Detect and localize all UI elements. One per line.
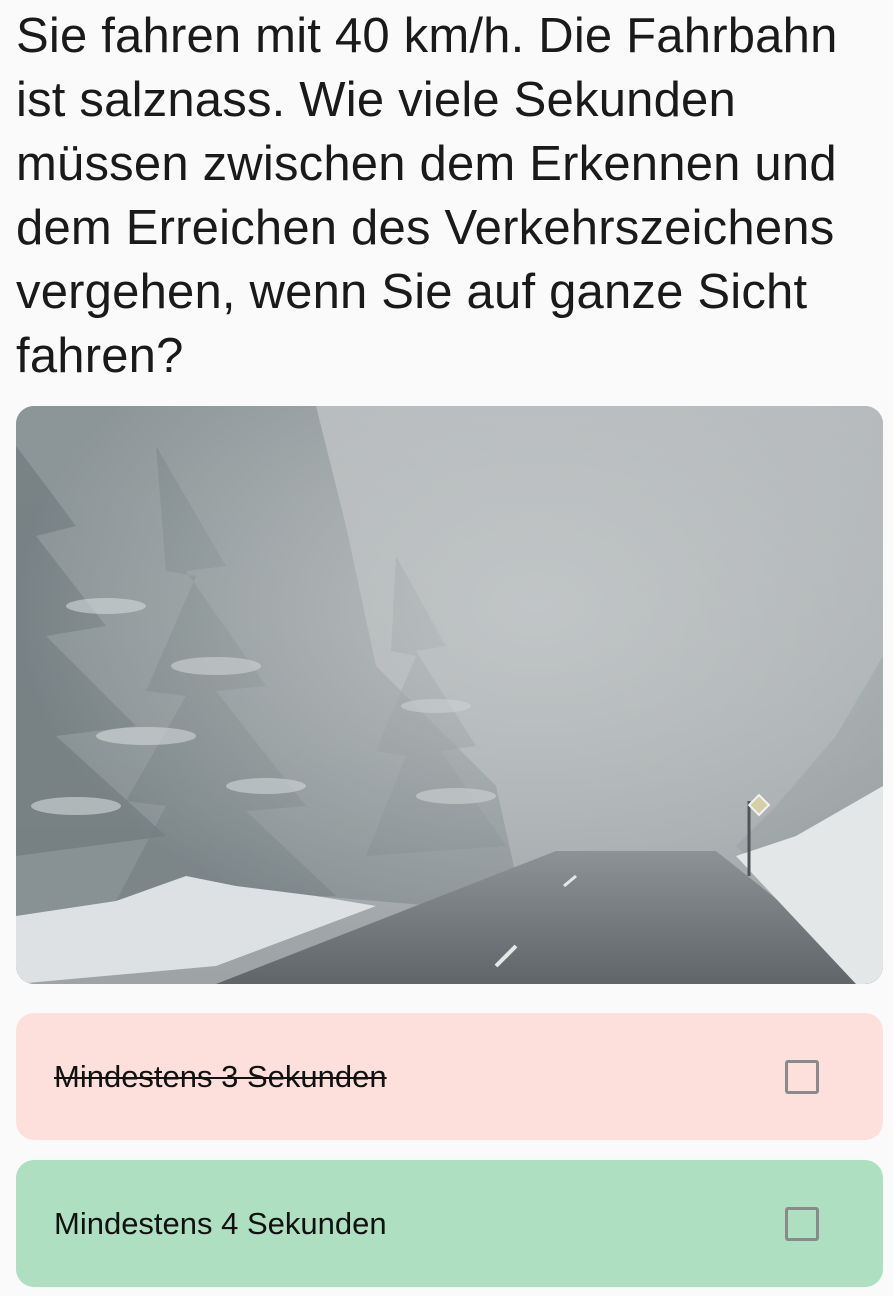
answer-checkbox[interactable] [785,1206,819,1241]
answer-option-2[interactable]: Mindestens 4 Sekunden [16,1160,883,1287]
answer-label: Mindestens 4 Sekunden [54,1205,387,1241]
answer-checkbox[interactable] [785,1059,819,1094]
foggy-road-illustration [16,406,883,984]
question-photo [16,406,883,984]
question-text: Sie fahren mit 40 km/h. Die Fahrbahn ist… [16,9,838,383]
answer-label: Mindestens 3 Sekunden [54,1058,387,1094]
answer-option-1[interactable]: Mindestens 3 Sekunden [16,1013,883,1140]
